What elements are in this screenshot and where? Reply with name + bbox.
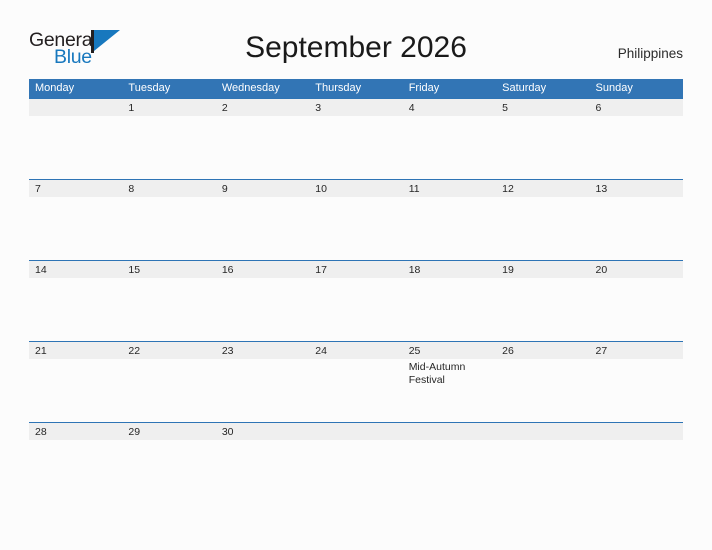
- day-number: 1: [128, 102, 135, 114]
- day-number: 13: [595, 183, 608, 195]
- day-number: 16: [221, 264, 234, 276]
- weekday-header-sunday: Sunday: [595, 82, 633, 94]
- day-cell[interactable]: 28: [29, 423, 122, 502]
- week-row: 21 22 23 24 25 Mid-Autumn Festival 26 27: [29, 341, 683, 422]
- day-number: 28: [35, 426, 47, 438]
- day-cell[interactable]: 1: [122, 99, 215, 178]
- country-label: Philippines: [617, 46, 683, 61]
- day-number: 12: [502, 183, 514, 195]
- day-number: 6: [595, 102, 602, 114]
- day-cell[interactable]: 22: [122, 342, 215, 421]
- day-cell[interactable]: 2: [216, 99, 309, 178]
- day-cell[interactable]: 16: [216, 261, 309, 340]
- day-events: Mid-Autumn Festival: [409, 361, 491, 386]
- page-header: General Blue September 2026 Philippines: [0, 0, 712, 76]
- day-number: 22: [128, 345, 141, 357]
- page-title: September 2026: [245, 31, 467, 64]
- weekday-header-tuesday: Tuesday: [128, 82, 171, 94]
- day-cell[interactable]: 9: [216, 180, 309, 259]
- calendar-weeks: 1 2 3 4 5 6 7 8 9 10 11 12 13 14 15 16 17 18 19 20 21 22 23 24 2…: [29, 98, 683, 503]
- day-cell[interactable]: 27: [590, 342, 683, 421]
- day-number: 3: [315, 102, 322, 114]
- day-number: 9: [221, 183, 228, 195]
- day-cell[interactable]: 12: [496, 180, 589, 259]
- day-cell[interactable]: 29: [122, 423, 215, 502]
- week-cells: 1 2 3 4 5 6: [29, 99, 683, 178]
- day-cell[interactable]: 17: [309, 261, 402, 340]
- day-cell[interactable]: 3: [309, 99, 402, 178]
- day-number: 29: [128, 426, 141, 438]
- calendar-grid: Monday Tuesday Wednesday Thursday Friday…: [29, 79, 683, 503]
- week-row: 14 15 16 17 18 19 20: [29, 260, 683, 341]
- day-number: 19: [502, 264, 514, 276]
- week-cells: 14 15 16 17 18 19 20: [29, 261, 683, 340]
- day-cell[interactable]: 25 Mid-Autumn Festival: [403, 342, 496, 421]
- day-cell[interactable]: 24: [309, 342, 402, 421]
- day-cell[interactable]: 6: [590, 99, 683, 178]
- day-number: 30: [221, 426, 234, 438]
- weekday-header-friday: Friday: [408, 82, 440, 94]
- day-cell[interactable]: 5: [496, 99, 589, 178]
- day-cell-empty: [29, 99, 122, 178]
- day-cell-empty: [496, 423, 589, 502]
- day-cell[interactable]: 10: [309, 180, 402, 259]
- weekday-header-row: Monday Tuesday Wednesday Thursday Friday…: [29, 79, 683, 98]
- day-cell[interactable]: 18: [403, 261, 496, 340]
- day-number: 8: [128, 183, 135, 195]
- day-number: 2: [221, 102, 228, 114]
- day-cell[interactable]: 7: [29, 180, 122, 259]
- day-cell[interactable]: 4: [403, 99, 496, 178]
- day-number: 26: [502, 345, 514, 357]
- day-cell-empty: [309, 423, 402, 502]
- day-cell[interactable]: 30: [216, 423, 309, 502]
- day-cell[interactable]: 23: [216, 342, 309, 421]
- day-number: 5: [502, 102, 508, 114]
- week-cells: 28 29 30: [29, 423, 683, 502]
- week-row: 28 29 30: [29, 422, 683, 503]
- day-number: 25: [408, 345, 421, 357]
- weekday-header-thursday: Thursday: [315, 82, 362, 94]
- day-number: 20: [595, 264, 608, 276]
- day-number: 15: [128, 264, 141, 276]
- day-number: 18: [408, 264, 421, 276]
- day-cell-empty: [590, 423, 683, 502]
- day-cell[interactable]: 19: [496, 261, 589, 340]
- day-number: 21: [35, 345, 47, 357]
- day-cell[interactable]: 26: [496, 342, 589, 421]
- day-number: 14: [35, 264, 47, 276]
- calendar-page: General Blue September 2026 Philippines …: [0, 0, 712, 550]
- day-cell[interactable]: 20: [590, 261, 683, 340]
- day-number: 27: [595, 345, 608, 357]
- day-number: 10: [315, 183, 327, 195]
- day-cell-empty: [403, 423, 496, 502]
- day-cell[interactable]: 13: [590, 180, 683, 259]
- day-number: 17: [315, 264, 327, 276]
- day-number: 24: [315, 345, 327, 357]
- week-row: 7 8 9 10 11 12 13: [29, 179, 683, 260]
- event-label[interactable]: Mid-Autumn Festival: [409, 361, 491, 386]
- week-cells: 7 8 9 10 11 12 13: [29, 180, 683, 259]
- day-cell[interactable]: 14: [29, 261, 122, 340]
- weekday-header-wednesday: Wednesday: [221, 82, 280, 94]
- day-cell[interactable]: 8: [122, 180, 215, 259]
- weekday-header-monday: Monday: [35, 82, 75, 94]
- day-number: 11: [408, 183, 420, 195]
- day-cell[interactable]: 15: [122, 261, 215, 340]
- day-cell[interactable]: 11: [403, 180, 496, 259]
- week-row: 1 2 3 4 5 6: [29, 98, 683, 179]
- day-cell[interactable]: 21: [29, 342, 122, 421]
- weekday-header-saturday: Saturday: [502, 82, 547, 94]
- week-cells: 21 22 23 24 25 Mid-Autumn Festival 26 27: [29, 342, 683, 421]
- day-number: 4: [408, 102, 415, 114]
- day-number: 7: [35, 183, 41, 195]
- day-number: 23: [221, 345, 234, 357]
